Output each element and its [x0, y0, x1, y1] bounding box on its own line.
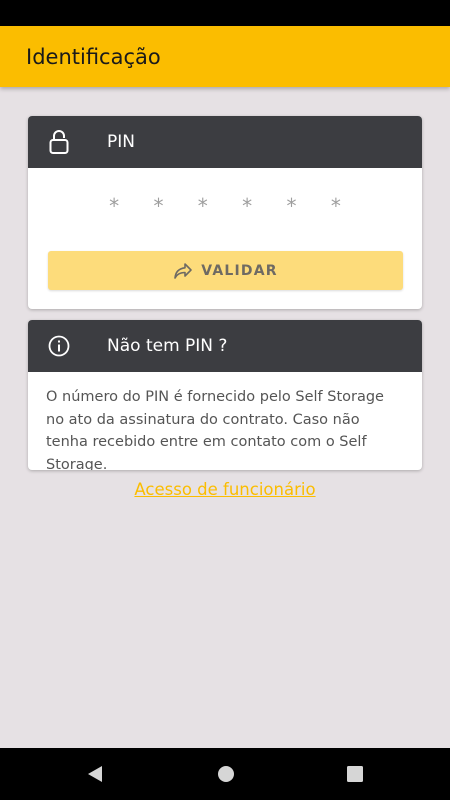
pin-card-title: PIN	[107, 132, 135, 152]
status-bar	[0, 0, 450, 26]
pin-input[interactable]: * * * * * *	[28, 194, 422, 218]
staff-access-link[interactable]: Acesso de funcionário	[0, 480, 450, 499]
back-triangle-icon[interactable]	[85, 764, 105, 784]
pin-card: PIN * * * * * * VALIDAR	[28, 116, 422, 309]
info-card-header: Não tem PIN ?	[28, 320, 422, 372]
info-icon	[46, 333, 72, 359]
lock-icon	[46, 129, 72, 155]
validate-button-label: VALIDAR	[201, 262, 278, 279]
share-forward-icon	[173, 262, 193, 280]
info-card-text: O número do PIN é fornecido pelo Self St…	[46, 389, 384, 470]
app-bar: Identificação	[0, 26, 450, 87]
info-card-title: Não tem PIN ?	[107, 336, 228, 356]
recent-square-icon[interactable]	[345, 764, 365, 784]
info-card: Não tem PIN ? O número do PIN é fornecid…	[28, 320, 422, 470]
pin-card-header: PIN	[28, 116, 422, 168]
validate-button[interactable]: VALIDAR	[48, 251, 403, 290]
system-nav-bar	[0, 748, 450, 800]
home-circle-icon[interactable]	[216, 764, 236, 784]
page-title: Identificação	[26, 44, 161, 69]
